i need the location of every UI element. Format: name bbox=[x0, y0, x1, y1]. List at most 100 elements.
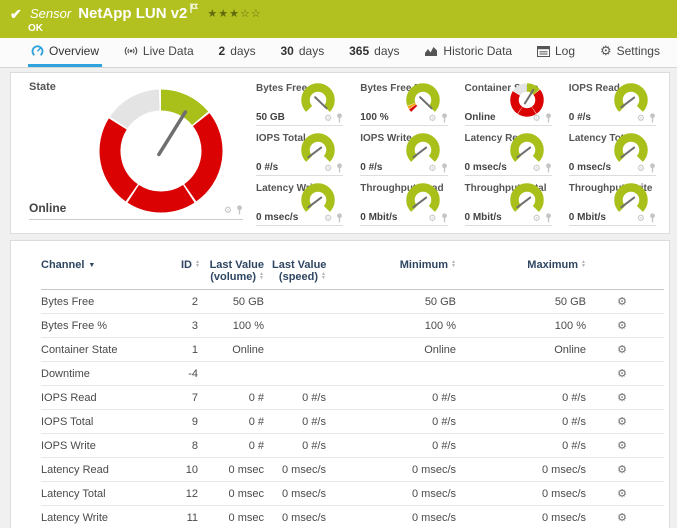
pin-icon[interactable] bbox=[336, 163, 343, 173]
column-header-sublabel: (volume) bbox=[210, 271, 256, 283]
tab-historic-data[interactable]: Historic Data bbox=[421, 38, 515, 67]
gauge-value: 100 % bbox=[360, 112, 388, 123]
channel-id: 3 bbox=[181, 314, 206, 338]
channel-name: IOPS Write bbox=[41, 434, 181, 458]
channel-settings-icon[interactable]: ⚙ bbox=[594, 386, 664, 410]
maximum-value: 0 msec/s bbox=[464, 482, 594, 506]
gear-icon[interactable]: ⚙ bbox=[324, 214, 332, 223]
channel-settings-icon[interactable]: ⚙ bbox=[594, 506, 664, 528]
column-header-id[interactable]: ID▲▼ bbox=[181, 259, 206, 290]
gear-icon[interactable]: ⚙ bbox=[324, 164, 332, 173]
pin-icon[interactable] bbox=[441, 213, 448, 223]
gear-icon[interactable]: ⚙ bbox=[428, 114, 436, 123]
chart-icon bbox=[424, 45, 438, 57]
gauge-cell-bytes-free: Bytes Free %100 %⚙ bbox=[350, 79, 454, 129]
last-value-speed: 0 msec/s bbox=[272, 458, 334, 482]
tab-2-days[interactable]: 2days bbox=[216, 38, 259, 67]
channel-name: IOPS Total bbox=[41, 410, 181, 434]
table-row-latency-total: Latency Total120 msec0 msec/s0 msec/s0 m… bbox=[41, 482, 664, 506]
gauge-value: 0 Mbit/s bbox=[569, 212, 606, 223]
tab-label: days bbox=[299, 44, 324, 58]
channel-name: Downtime bbox=[41, 362, 181, 386]
maximum-value: 0 #/s bbox=[464, 386, 594, 410]
channel-settings-icon[interactable]: ⚙ bbox=[594, 314, 664, 338]
tab-365-days[interactable]: 365days bbox=[346, 38, 402, 67]
sort-icon[interactable]: ▲▼ bbox=[451, 260, 456, 268]
gauge-cell-actions: ⚙ bbox=[637, 113, 656, 123]
pin-icon[interactable] bbox=[545, 213, 552, 223]
tab-label: Live Data bbox=[143, 44, 194, 58]
channel-name: Bytes Free bbox=[41, 290, 181, 314]
minimum-value: 0 #/s bbox=[334, 434, 464, 458]
channel-settings-icon[interactable]: ⚙ bbox=[594, 458, 664, 482]
last-value-speed bbox=[272, 338, 334, 362]
log-icon bbox=[537, 46, 550, 57]
priority-stars[interactable]: ★★★☆☆ bbox=[207, 7, 261, 20]
channel-settings-icon[interactable]: ⚙ bbox=[594, 362, 664, 386]
tab-log[interactable]: Log bbox=[534, 38, 578, 67]
channel-id: 7 bbox=[181, 386, 206, 410]
minimum-value: 100 % bbox=[334, 314, 464, 338]
channel-id: 11 bbox=[181, 506, 206, 528]
column-header-channel[interactable]: Channel▼ bbox=[41, 259, 181, 290]
last-value-volume bbox=[206, 362, 272, 386]
gauge-value: Online bbox=[465, 112, 496, 123]
pin-icon[interactable] bbox=[441, 113, 448, 123]
gauge-cell-bytes-free: Bytes Free50 GB⚙ bbox=[246, 79, 350, 129]
sort-icon[interactable]: ▲▼ bbox=[195, 260, 200, 268]
column-header-sublabel: (speed) bbox=[279, 271, 318, 283]
last-value-speed: 0 msec/s bbox=[272, 482, 334, 506]
sorted-desc-icon: ▼ bbox=[88, 262, 95, 269]
gauge-footer: 0 Mbit/s ⚙ bbox=[569, 212, 656, 226]
gear-icon[interactable]: ⚙ bbox=[637, 164, 645, 173]
column-header-maximum[interactable]: Maximum▲▼ bbox=[464, 259, 594, 290]
tab-overview[interactable]: Overview bbox=[28, 38, 102, 67]
flag-icon[interactable] bbox=[190, 0, 198, 18]
gear-icon[interactable]: ⚙ bbox=[533, 114, 541, 123]
column-header-label: Minimum bbox=[400, 259, 448, 271]
sort-icon[interactable]: ▲▼ bbox=[321, 272, 326, 280]
pin-icon[interactable] bbox=[441, 163, 448, 173]
sort-icon[interactable]: ▲▼ bbox=[259, 272, 264, 280]
gear-icon[interactable]: ⚙ bbox=[637, 214, 645, 223]
column-header-last-value-speed[interactable]: Last Value(speed)▲▼ bbox=[272, 259, 334, 290]
channel-settings-icon[interactable]: ⚙ bbox=[594, 410, 664, 434]
pin-icon[interactable] bbox=[236, 205, 243, 215]
channel-settings-icon[interactable]: ⚙ bbox=[594, 434, 664, 458]
gear-icon[interactable]: ⚙ bbox=[637, 114, 645, 123]
maximum-value: 0 #/s bbox=[464, 434, 594, 458]
gauge-footer: 100 % ⚙ bbox=[360, 112, 447, 126]
gear-icon[interactable]: ⚙ bbox=[428, 164, 436, 173]
pin-icon[interactable] bbox=[545, 163, 552, 173]
last-value-volume: 0 # bbox=[206, 386, 272, 410]
last-value-volume: 0 msec bbox=[206, 506, 272, 528]
pin-icon[interactable] bbox=[545, 113, 552, 123]
column-header-minimum[interactable]: Minimum▲▼ bbox=[334, 259, 464, 290]
pin-icon[interactable] bbox=[649, 163, 656, 173]
gauge-cell-throughput-total: Throughput Total0 Mbit/s⚙ bbox=[455, 179, 559, 229]
gauge-value: 0 msec/s bbox=[569, 162, 611, 173]
pin-icon[interactable] bbox=[649, 213, 656, 223]
gear-icon[interactable]: ⚙ bbox=[533, 164, 541, 173]
sort-icon[interactable]: ▲▼ bbox=[581, 260, 586, 268]
channel-settings-icon[interactable]: ⚙ bbox=[594, 338, 664, 362]
pin-icon[interactable] bbox=[336, 213, 343, 223]
tab-bar: Overview Live Data 2days 30days 365days Histo… bbox=[0, 38, 677, 68]
sensor-title: NetApp LUN v2 bbox=[78, 5, 187, 22]
gear-icon[interactable]: ⚙ bbox=[428, 214, 436, 223]
pin-icon[interactable] bbox=[649, 113, 656, 123]
tab-30-days[interactable]: 30days bbox=[277, 38, 327, 67]
tab-live-data[interactable]: Live Data bbox=[121, 38, 197, 67]
column-header-last-value-volume[interactable]: Last Value(volume)▲▼ bbox=[206, 259, 272, 290]
gear-icon[interactable]: ⚙ bbox=[533, 214, 541, 223]
gear-icon[interactable]: ⚙ bbox=[224, 206, 232, 215]
gauge-cell-iops-read: IOPS Read0 #/s⚙ bbox=[559, 79, 663, 129]
pin-icon[interactable] bbox=[336, 113, 343, 123]
channel-settings-icon[interactable]: ⚙ bbox=[594, 482, 664, 506]
minimum-value: 0 #/s bbox=[334, 386, 464, 410]
gauge-cell-iops-total: IOPS Total0 #/s⚙ bbox=[246, 129, 350, 179]
tab-settings[interactable]: ⚙Settings bbox=[597, 38, 663, 67]
tab-label: days bbox=[230, 44, 255, 58]
gear-icon[interactable]: ⚙ bbox=[324, 114, 332, 123]
channel-settings-icon[interactable]: ⚙ bbox=[594, 290, 664, 314]
